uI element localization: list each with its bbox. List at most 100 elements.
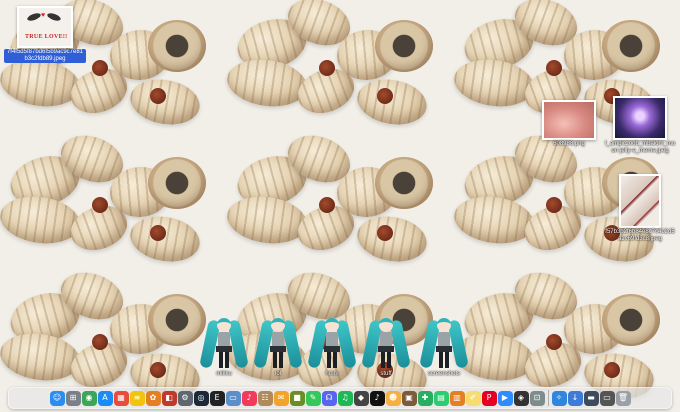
- heart-icon: ♥: [41, 12, 46, 19]
- discord-icon[interactable]: ☊: [321, 390, 337, 406]
- safari-icon[interactable]: ✧: [551, 390, 567, 406]
- miku-folder-icon: [361, 314, 411, 370]
- grub-head-shape: [150, 225, 166, 241]
- preview-icon[interactable]: ▭: [225, 390, 241, 406]
- folder-label: mikku: [216, 371, 232, 377]
- curled-grub-shape: [602, 294, 660, 346]
- beetle-shape: [46, 11, 62, 23]
- image-thumbnail: [619, 174, 661, 228]
- numbers-icon[interactable]: ▤: [433, 390, 449, 406]
- grub-cluster: [0, 127, 227, 274]
- grub-shape: [451, 54, 537, 112]
- pinterest-icon[interactable]: P: [481, 390, 497, 406]
- grub-shape: [0, 328, 83, 386]
- grub-head-shape: [319, 197, 335, 213]
- grub-head-shape: [546, 334, 562, 350]
- calendar-icon[interactable]: ▦: [113, 390, 129, 406]
- pages-icon[interactable]: ▥: [449, 390, 465, 406]
- screen-icon[interactable]: ▭: [599, 390, 615, 406]
- game-icon[interactable]: ◆: [353, 390, 369, 406]
- image-thumbnail: [613, 96, 667, 140]
- file-label: f_ampiczoob_mbalom_moon-jelly-e_meme.jpe…: [604, 141, 676, 154]
- grub-shape: [0, 54, 83, 112]
- desktop-folder-hmm[interactable]: hmm: [307, 314, 357, 378]
- folder-icon[interactable]: ▬: [583, 390, 599, 406]
- curled-grub-shape: [148, 20, 206, 72]
- grub-cluster: [224, 127, 454, 274]
- downloads-icon[interactable]: ↓: [567, 390, 583, 406]
- system-preferences-icon[interactable]: ⚙: [177, 390, 193, 406]
- launchpad-icon[interactable]: ⊞: [65, 390, 81, 406]
- grub-shape: [0, 191, 83, 249]
- curled-grub-shape: [148, 294, 206, 346]
- grub-head-shape: [319, 60, 335, 76]
- desktop-file-truelove[interactable]: ♥ TRUE LOVE!! 7f4f5d5f87bd6f5b9ac9c7e81b…: [4, 6, 86, 63]
- file-label: 7f4f5d5f87bd6f5b9ac9c7e81b3c2fdb89.jpeg: [4, 49, 86, 63]
- file-label: 608988.png: [553, 141, 585, 147]
- image-thumbnail: [542, 100, 596, 140]
- desktop-folder-mikku[interactable]: mikku: [199, 314, 249, 378]
- dock-separator: [547, 390, 549, 406]
- finder-icon[interactable]: ☺: [49, 390, 65, 406]
- miku-folder-icon: [199, 314, 249, 370]
- grub-shape: [224, 54, 310, 112]
- minecraft-dungeons-icon[interactable]: ▣: [401, 390, 417, 406]
- crossy-icon[interactable]: ✚: [417, 390, 433, 406]
- folder-label: stuff: [380, 371, 392, 377]
- notes-yellow-icon[interactable]: ✐: [465, 390, 481, 406]
- tiktok-icon[interactable]: ♪: [369, 390, 385, 406]
- app-store-icon[interactable]: A: [97, 390, 113, 406]
- folder-label: screenshots: [427, 371, 461, 377]
- notes-icon[interactable]: ≡: [129, 390, 145, 406]
- zoom-icon[interactable]: ▶: [497, 390, 513, 406]
- beetle-shape: [26, 11, 42, 23]
- photo-booth-icon[interactable]: ◧: [161, 390, 177, 406]
- grub-shape: [126, 211, 204, 267]
- grub-head-shape: [377, 88, 393, 104]
- desktop-file-608988[interactable]: 608988.png: [542, 100, 596, 148]
- grub-head-shape: [546, 60, 562, 76]
- desktop-file-moon-jelly[interactable]: f_ampiczoob_mbalom_moon-jelly-e_meme.jpe…: [604, 96, 676, 155]
- desktop-folder-stuff[interactable]: stuff: [361, 314, 411, 378]
- grub-head-shape: [92, 197, 108, 213]
- steam-icon[interactable]: ◎: [193, 390, 209, 406]
- chrome-icon[interactable]: ◉: [81, 390, 97, 406]
- grub-head-shape: [546, 197, 562, 213]
- grub-shape: [451, 191, 537, 249]
- photos-icon[interactable]: ✿: [145, 390, 161, 406]
- truelove-thumbnail: ♥ TRUE LOVE!!: [17, 6, 73, 48]
- minecraft-icon[interactable]: ■: [289, 390, 305, 406]
- grub-shape: [353, 74, 431, 130]
- miku-folder-icon: [253, 314, 303, 370]
- desktop-folder-lol[interactable]: lol: [253, 314, 303, 378]
- desktop-file-wings[interactable]: f57b3b2f6b84e8c7c4b2d5a1c69fd3c8.jpeg: [604, 174, 676, 243]
- grub-shape: [224, 191, 310, 249]
- thumbnail-caption: TRUE LOVE!!: [25, 34, 68, 40]
- miku-folder-icon: [307, 314, 357, 370]
- roblox-icon[interactable]: ◈: [513, 390, 529, 406]
- messages-icon[interactable]: ✉: [273, 390, 289, 406]
- trash-icon[interactable]: 🗑: [615, 390, 631, 406]
- curled-grub-shape: [375, 157, 433, 209]
- grub-head-shape: [92, 60, 108, 76]
- desktop-folder-screenshots[interactable]: screenshots: [419, 314, 469, 378]
- miku-folder-icon: [419, 314, 469, 370]
- dock: ☺ ⊞ ◉ A ▦ ≡ ✿ ◧ ⚙ ◎ E ▭ ♪ ☷ ✉ ■ ✎ ☊ ♫ ◆ ♪ ☻ ▣ ✚ ▤ ▥ ✐ P ▶ ◈ ⊡ ✧ ↓ ▬ ▭ 🗑: [8, 387, 672, 409]
- curled-grub-shape: [602, 20, 660, 72]
- grub-head-shape: [150, 88, 166, 104]
- music-icon[interactable]: ♪: [241, 390, 257, 406]
- chat-icon[interactable]: ✎: [305, 390, 321, 406]
- character-icon[interactable]: ☻: [385, 390, 401, 406]
- spotify-icon[interactable]: ♫: [337, 390, 353, 406]
- file-label: f57b3b2f6b84e8c7c4b2d5a1c69fd3c8.jpeg: [605, 229, 675, 242]
- grub-head-shape: [150, 362, 166, 378]
- grub-shape: [126, 74, 204, 130]
- folder-label: lol: [274, 371, 281, 377]
- grub-cluster: [224, 0, 454, 137]
- grub-head-shape: [377, 225, 393, 241]
- epic-games-icon[interactable]: E: [209, 390, 225, 406]
- contacts-icon[interactable]: ☷: [257, 390, 273, 406]
- screenshot-icon[interactable]: ⊡: [529, 390, 545, 406]
- curled-grub-shape: [148, 157, 206, 209]
- grub-head-shape: [92, 334, 108, 350]
